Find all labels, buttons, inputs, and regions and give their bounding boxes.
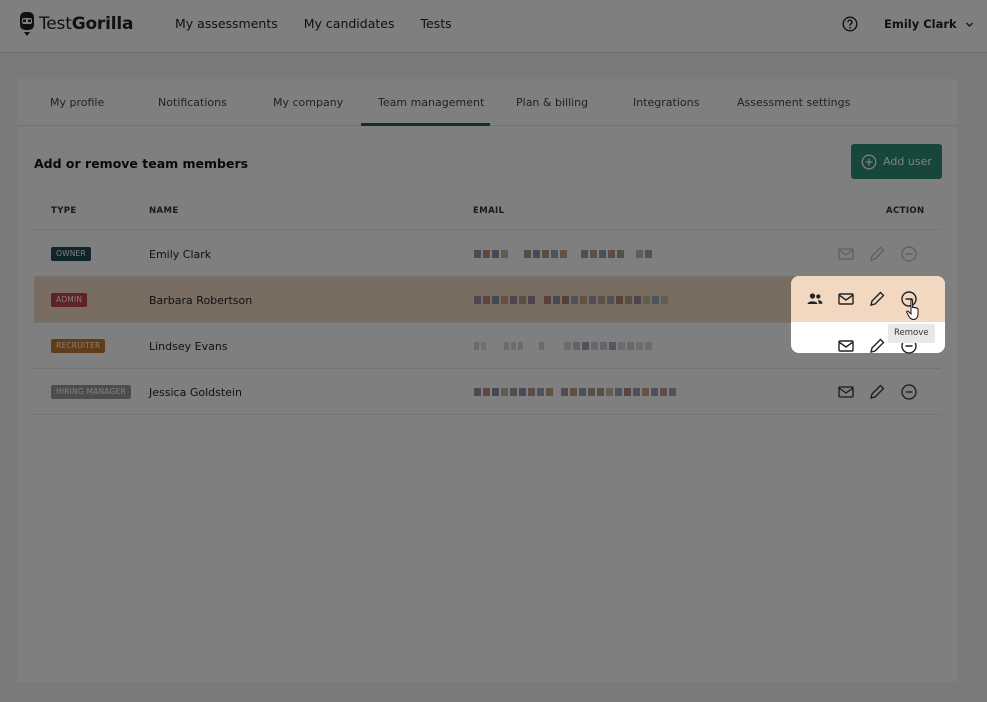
edit-pencil-icon[interactable] (868, 290, 886, 308)
edit-pencil-icon[interactable] (868, 337, 886, 353)
mail-icon[interactable] (837, 290, 855, 308)
mail-icon[interactable] (837, 337, 855, 353)
remove-tooltip: Remove (888, 324, 935, 343)
hand-cursor-icon (906, 299, 919, 321)
team-access-icon[interactable] (806, 290, 824, 308)
